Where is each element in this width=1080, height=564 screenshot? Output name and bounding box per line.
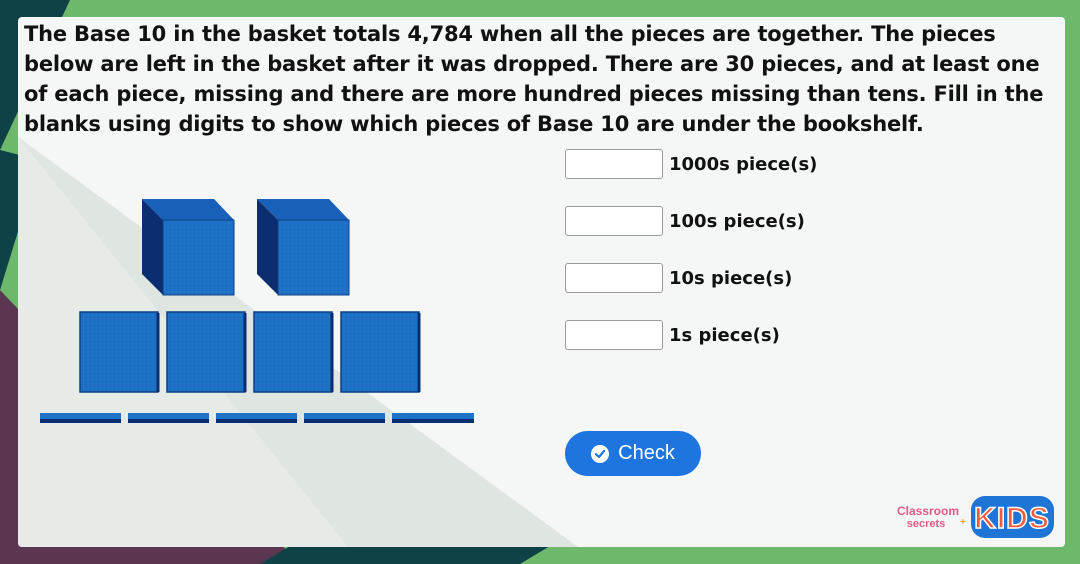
- ones-label: 1s piece(s): [669, 324, 780, 346]
- ones-input[interactable]: [565, 320, 663, 350]
- check-button-label: Check: [618, 442, 675, 464]
- ten-rod: [216, 413, 297, 423]
- check-circle-icon: [591, 444, 610, 463]
- check-button[interactable]: Check: [565, 431, 701, 476]
- answer-row-ones: 1s piece(s): [565, 318, 780, 352]
- thousand-cube: [257, 199, 350, 296]
- svg-text:Classroom: Classroom: [897, 504, 959, 518]
- svg-text:KIDS: KIDS: [974, 502, 1050, 535]
- hundred-flat: [253, 311, 334, 393]
- ten-rod: [392, 413, 474, 423]
- hundred-flat: [340, 311, 421, 393]
- answer-row-thousands: 1000s piece(s): [565, 147, 817, 181]
- svg-text:+: +: [960, 517, 966, 528]
- hundreds-input[interactable]: [565, 206, 663, 236]
- answer-row-hundreds: 100s piece(s): [565, 204, 805, 238]
- thousands-input[interactable]: [565, 149, 663, 179]
- thousands-label: 1000s piece(s): [669, 153, 818, 175]
- answer-row-tens: 10s piece(s): [565, 261, 792, 295]
- tens-label: 10s piece(s): [669, 267, 793, 289]
- hundred-flat: [79, 311, 160, 393]
- classroom-secrets-kids-logo: Classroom secrets + KIDS: [897, 496, 1054, 538]
- ten-rod: [304, 413, 385, 423]
- question-card: The Base 10 in the basket totals 4,784 w…: [18, 17, 1065, 547]
- ten-rod: [40, 413, 121, 423]
- hundreds-label: 100s piece(s): [669, 210, 805, 232]
- svg-text:secrets: secrets: [907, 518, 946, 530]
- tens-input[interactable]: [565, 263, 663, 293]
- base10-blocks: [40, 199, 474, 423]
- hundred-flat: [166, 311, 247, 393]
- ten-rod: [128, 413, 209, 423]
- thousand-cube: [142, 199, 235, 296]
